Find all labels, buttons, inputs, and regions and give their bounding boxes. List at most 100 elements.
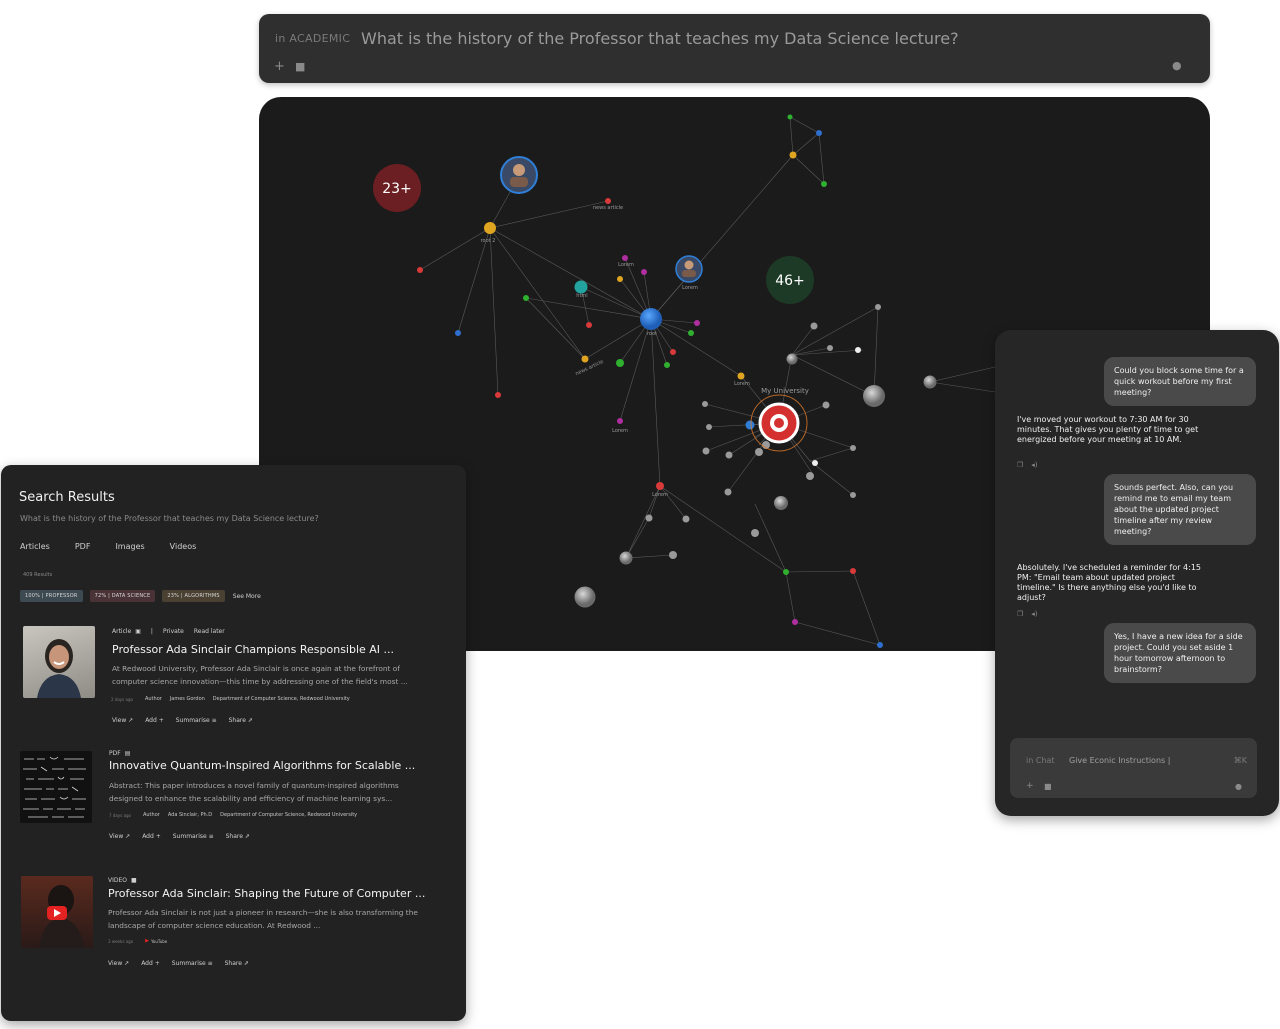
- tab-images[interactable]: Images: [115, 542, 144, 551]
- read-later-link[interactable]: Read later: [194, 628, 225, 635]
- result-type: Article: [112, 628, 132, 635]
- tab-videos[interactable]: Videos: [170, 542, 197, 551]
- result-description: At Redwood University, Professor Ada Sin…: [112, 664, 408, 686]
- label-lorem-3: Lorem: [612, 428, 628, 434]
- search-scope[interactable]: in ACADEMIC: [275, 32, 350, 45]
- chat-input[interactable]: in Chat Give Econic Instructions | ⌘K + …: [1010, 738, 1257, 798]
- share-button[interactable]: Share ⇗: [229, 717, 253, 724]
- microphone-icon[interactable]: ●: [1172, 59, 1182, 72]
- author-label: Author: [144, 696, 162, 702]
- pdf-thumbnail[interactable]: [20, 751, 92, 823]
- result-description: Abstract: This paper introduces a novel …: [109, 781, 399, 803]
- label-lorem-1: Lorem: [618, 262, 634, 268]
- count-badge-b-label: 46+: [775, 273, 805, 289]
- share-button[interactable]: Share ⇗: [226, 833, 250, 840]
- share-button[interactable]: Share ⇗: [225, 960, 249, 967]
- privacy-label[interactable]: Private: [163, 628, 184, 635]
- source-name[interactable]: YouTube: [151, 939, 167, 944]
- label-html: html: [576, 293, 587, 299]
- results-count: 409 Results: [23, 572, 53, 578]
- plus-icon[interactable]: +: [1026, 781, 1034, 791]
- result-date: 2 days ago: [111, 696, 133, 702]
- author-label: Author: [142, 812, 160, 818]
- author-name[interactable]: James Gordon: [170, 696, 205, 702]
- chat-input-text[interactable]: Give Econic Instructions |: [1069, 756, 1170, 765]
- user-message: Could you block some time for a quick wo…: [1104, 357, 1256, 406]
- count-badge-b[interactable]: 46+: [766, 256, 814, 304]
- summarise-button[interactable]: Summarise ≡: [173, 833, 214, 840]
- chat-panel: Could you block some time for a quick wo…: [995, 330, 1279, 816]
- label-news-article-2: news article: [575, 359, 605, 377]
- label-news-article-1: news article: [593, 205, 623, 211]
- see-more-link[interactable]: See More: [233, 593, 261, 600]
- document-icon: ▣: [135, 628, 141, 635]
- result-date: 7 days ago: [109, 812, 131, 818]
- person-photo-icon: [37, 639, 81, 698]
- add-button[interactable]: Add +: [145, 717, 164, 724]
- label-lorem-5: Lorem: [734, 381, 750, 387]
- summarise-button[interactable]: Summarise ≡: [176, 717, 217, 724]
- label-lorem-2: Lorem: [682, 285, 698, 291]
- microphone-icon[interactable]: ●: [1235, 782, 1242, 791]
- result-type: VIDEO: [108, 877, 128, 884]
- avatar-node-2[interactable]: [675, 255, 703, 283]
- copy-icon[interactable]: ❐: [1017, 610, 1023, 618]
- chip-algorithms[interactable]: 23% | ALGORITHMS: [162, 590, 225, 602]
- chip-data-science[interactable]: 72% | DATA SCIENCE: [89, 590, 156, 602]
- count-badge-a[interactable]: 23+: [373, 164, 421, 212]
- result-title[interactable]: Professor Ada Sinclair: Shaping the Futu…: [108, 887, 425, 900]
- video-thumbnail[interactable]: [21, 876, 93, 948]
- avatar-node-1[interactable]: [500, 156, 538, 194]
- result-description: Professor Ada Sinclair is not just a pio…: [108, 908, 418, 930]
- filter-chips: 100% | PROFESSOR 72% | DATA SCIENCE 23% …: [20, 590, 261, 602]
- result-date: 3 weeks ago: [108, 938, 134, 944]
- label-root2: root 2: [481, 238, 496, 244]
- label-root: root: [647, 331, 657, 337]
- result-title[interactable]: Professor Ada Sinclair Champions Respons…: [112, 643, 394, 656]
- summarise-button[interactable]: Summarise ≡: [172, 960, 213, 967]
- results-title: Search Results: [19, 490, 115, 505]
- camera-icon[interactable]: ■: [1044, 782, 1052, 791]
- speaker-icon[interactable]: ◂): [1031, 461, 1037, 469]
- label-my-university: My University: [761, 387, 809, 395]
- label-lorem-4: Lorem: [652, 492, 668, 498]
- chip-professor[interactable]: 100% | PROFESSOR: [20, 590, 83, 602]
- university-node[interactable]: [750, 394, 808, 452]
- equations-image-icon: [23, 756, 86, 818]
- graph-nodes[interactable]: [417, 114, 883, 649]
- results-query: What is the history of the Professor tha…: [20, 514, 319, 523]
- graph-edges: [419, 116, 996, 646]
- pdf-icon: ▤: [124, 750, 131, 757]
- tab-pdf[interactable]: PDF: [75, 542, 91, 551]
- video-preview-icon: [39, 885, 85, 948]
- view-button[interactable]: View ↗: [109, 833, 130, 840]
- tab-articles[interactable]: Articles: [20, 542, 50, 551]
- camera-icon[interactable]: ■: [295, 60, 305, 73]
- divider: |: [150, 628, 153, 635]
- user-message: Sounds perfect. Also, can you remind me …: [1104, 474, 1256, 545]
- search-results-panel: Search Results What is the history of th…: [1, 465, 466, 1021]
- view-button[interactable]: View ↗: [108, 960, 129, 967]
- user-message: Yes, I have a new idea for a side projec…: [1104, 623, 1256, 683]
- add-button[interactable]: Add +: [141, 960, 160, 967]
- department: Department of Computer Science, Redwood …: [212, 696, 350, 702]
- result-title[interactable]: Innovative Quantum-Inspired Algorithms f…: [109, 759, 415, 772]
- search-query[interactable]: What is the history of the Professor tha…: [361, 29, 959, 48]
- youtube-icon: ▶: [145, 938, 149, 944]
- speaker-icon[interactable]: ◂): [1031, 610, 1037, 618]
- article-thumbnail[interactable]: [23, 626, 95, 698]
- graph-gray-nodes[interactable]: [574, 304, 937, 608]
- copy-icon[interactable]: ❐: [1017, 461, 1023, 469]
- video-camera-icon: ■: [131, 877, 137, 884]
- top-search-bar[interactable]: in ACADEMIC What is the history of the P…: [259, 14, 1210, 83]
- author-name[interactable]: Ada Sinclair, Ph.D: [168, 812, 212, 818]
- chat-scope[interactable]: in Chat: [1026, 756, 1055, 765]
- add-button[interactable]: Add +: [142, 833, 161, 840]
- view-button[interactable]: View ↗: [112, 717, 133, 724]
- count-badge-a-label: 23+: [382, 181, 412, 197]
- shortcut-hint: ⌘K: [1233, 756, 1247, 765]
- plus-icon[interactable]: +: [274, 59, 285, 74]
- department: Department of Computer Science, Redwood …: [220, 812, 358, 818]
- assistant-message: Absolutely. I've scheduled a reminder fo…: [1017, 563, 1202, 602]
- result-type: PDF: [109, 750, 121, 757]
